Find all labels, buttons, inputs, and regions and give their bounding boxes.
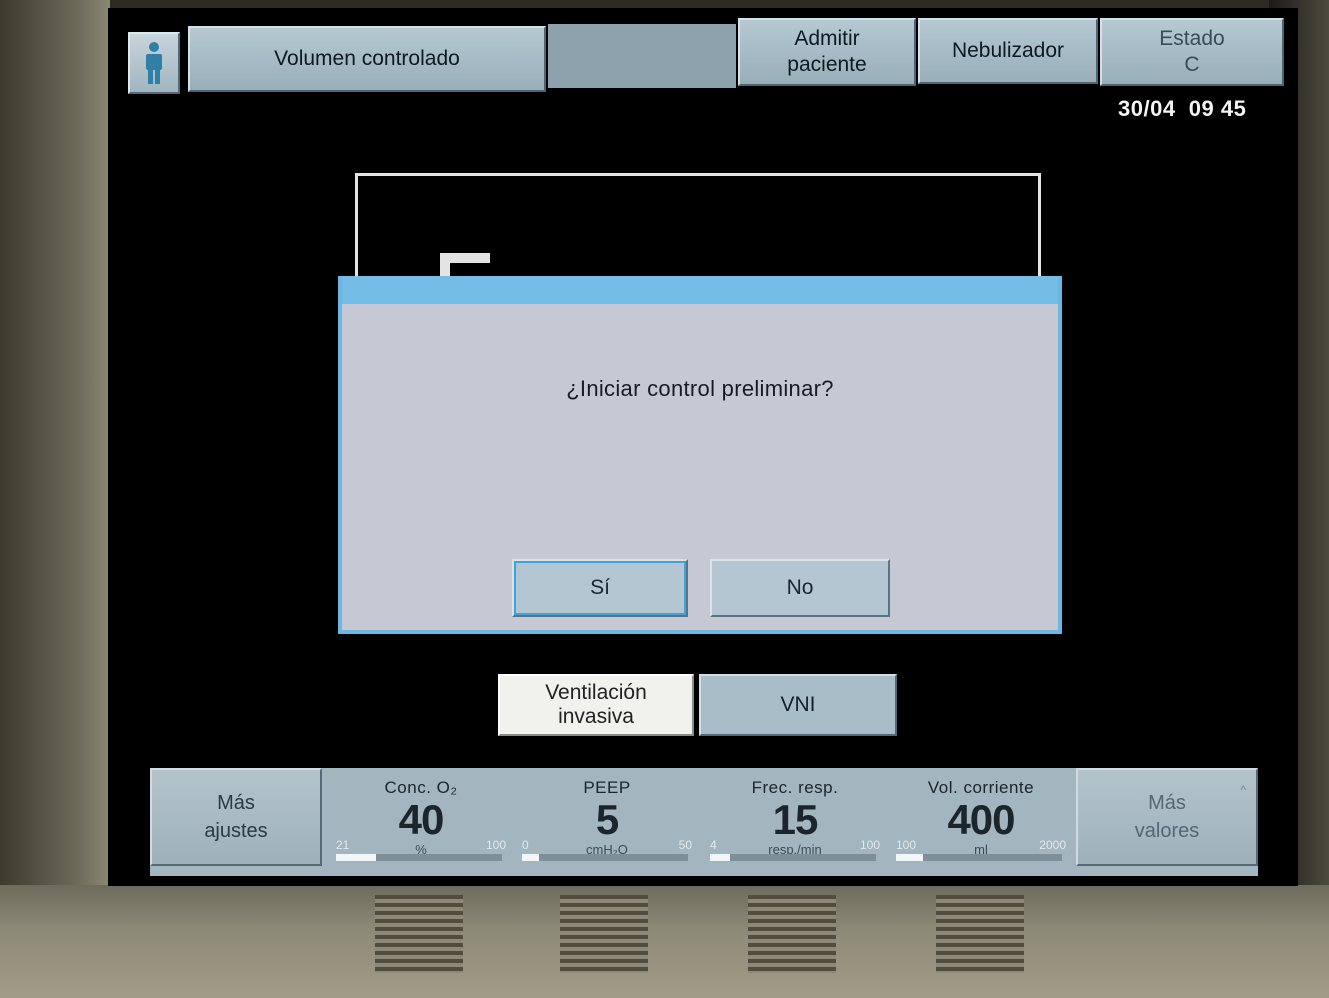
nebulizer-button[interactable]: Nebulizador bbox=[918, 18, 1098, 84]
yes-label: Sí bbox=[590, 576, 610, 599]
caret-up-icon: ^ bbox=[1240, 783, 1246, 797]
param-label: PEEP bbox=[583, 778, 631, 797]
param-value: 15 bbox=[772, 796, 819, 843]
param-value: 400 bbox=[947, 796, 1015, 843]
param-resp-rate[interactable]: Frec. resp. 15 resp./min 4 100 bbox=[702, 768, 888, 872]
patient-button[interactable] bbox=[128, 32, 180, 94]
param-range-bar bbox=[710, 854, 876, 861]
status-label: Estado bbox=[1159, 27, 1225, 50]
date-time: 30/04 09 45 bbox=[1118, 96, 1246, 122]
monitor-bezel-bottom bbox=[0, 885, 1329, 998]
vent-grille bbox=[936, 895, 1024, 973]
person-icon bbox=[146, 42, 162, 84]
nebulizer-label: Nebulizador bbox=[951, 39, 1065, 62]
more-values-button[interactable]: ^ Más valores bbox=[1076, 768, 1258, 866]
param-min: 0 bbox=[522, 838, 529, 852]
monitor-bezel-left bbox=[0, 0, 110, 998]
dialog-message: ¿Iniciar control preliminar? bbox=[566, 376, 834, 401]
param-min: 4 bbox=[710, 838, 717, 852]
vni-button[interactable]: VNI bbox=[699, 674, 897, 736]
vent-grille bbox=[748, 895, 836, 973]
dialog-title-bar bbox=[342, 276, 1058, 304]
time-text: 09 45 bbox=[1188, 96, 1247, 121]
status-button[interactable]: Estado C bbox=[1100, 18, 1284, 86]
param-label: Frec. resp. bbox=[751, 778, 839, 797]
param-value: 40 bbox=[398, 796, 445, 843]
no-label: No bbox=[786, 576, 814, 599]
param-o2[interactable]: Conc. O₂ 40 % 21 100 bbox=[328, 768, 514, 872]
date-text: 30/04 bbox=[1118, 96, 1176, 121]
param-label: Vol. corriente bbox=[927, 778, 1035, 797]
admit-patient-button[interactable]: Admitir paciente bbox=[738, 18, 916, 86]
vni-label: VNI bbox=[780, 693, 816, 716]
param-value: 5 bbox=[595, 796, 619, 843]
more-settings-button[interactable]: Más ajustes bbox=[150, 768, 322, 866]
param-range-bar bbox=[896, 854, 1062, 861]
param-min: 100 bbox=[896, 838, 917, 852]
param-range-fill bbox=[522, 854, 539, 861]
param-range-fill bbox=[896, 854, 923, 861]
more-settings-label: Más ajustes bbox=[204, 792, 268, 842]
parameter-bar: Más ajustes Conc. O₂ 40 % 21 100 PEEP 5 … bbox=[150, 768, 1258, 876]
header-empty-slot bbox=[548, 24, 736, 88]
param-range-bar bbox=[522, 854, 688, 861]
ventilation-mode-label: Volumen controlado bbox=[274, 47, 460, 70]
param-tidal-volume[interactable]: Vol. corriente 400 ml 100 2000 bbox=[888, 768, 1074, 872]
yes-button[interactable]: Sí bbox=[512, 559, 688, 617]
param-range-fill bbox=[336, 854, 376, 861]
param-peep[interactable]: PEEP 5 cmH₂O 0 50 bbox=[514, 768, 700, 872]
param-range-bar bbox=[336, 854, 502, 861]
vent-grille bbox=[560, 895, 648, 973]
no-button[interactable]: No bbox=[710, 559, 890, 617]
confirm-dialog: ¿Iniciar control preliminar? Sí No bbox=[338, 276, 1062, 634]
invasive-ventilation-label: Ventilación invasiva bbox=[545, 681, 647, 728]
param-min: 21 bbox=[336, 838, 350, 852]
param-range-fill bbox=[710, 854, 730, 861]
param-max: 100 bbox=[859, 838, 880, 852]
param-max: 2000 bbox=[1039, 838, 1066, 852]
status-sub-label: C bbox=[1184, 53, 1200, 76]
ventilation-mode-button[interactable]: Volumen controlado bbox=[188, 26, 546, 92]
param-max: 100 bbox=[485, 838, 506, 852]
invasive-ventilation-button[interactable]: Ventilación invasiva bbox=[498, 674, 694, 736]
param-label: Conc. O₂ bbox=[384, 778, 458, 797]
more-values-label: Más valores bbox=[1134, 792, 1200, 842]
admit-patient-label: Admitir paciente bbox=[787, 27, 867, 76]
param-max: 50 bbox=[678, 838, 692, 852]
vent-grille bbox=[375, 895, 463, 973]
